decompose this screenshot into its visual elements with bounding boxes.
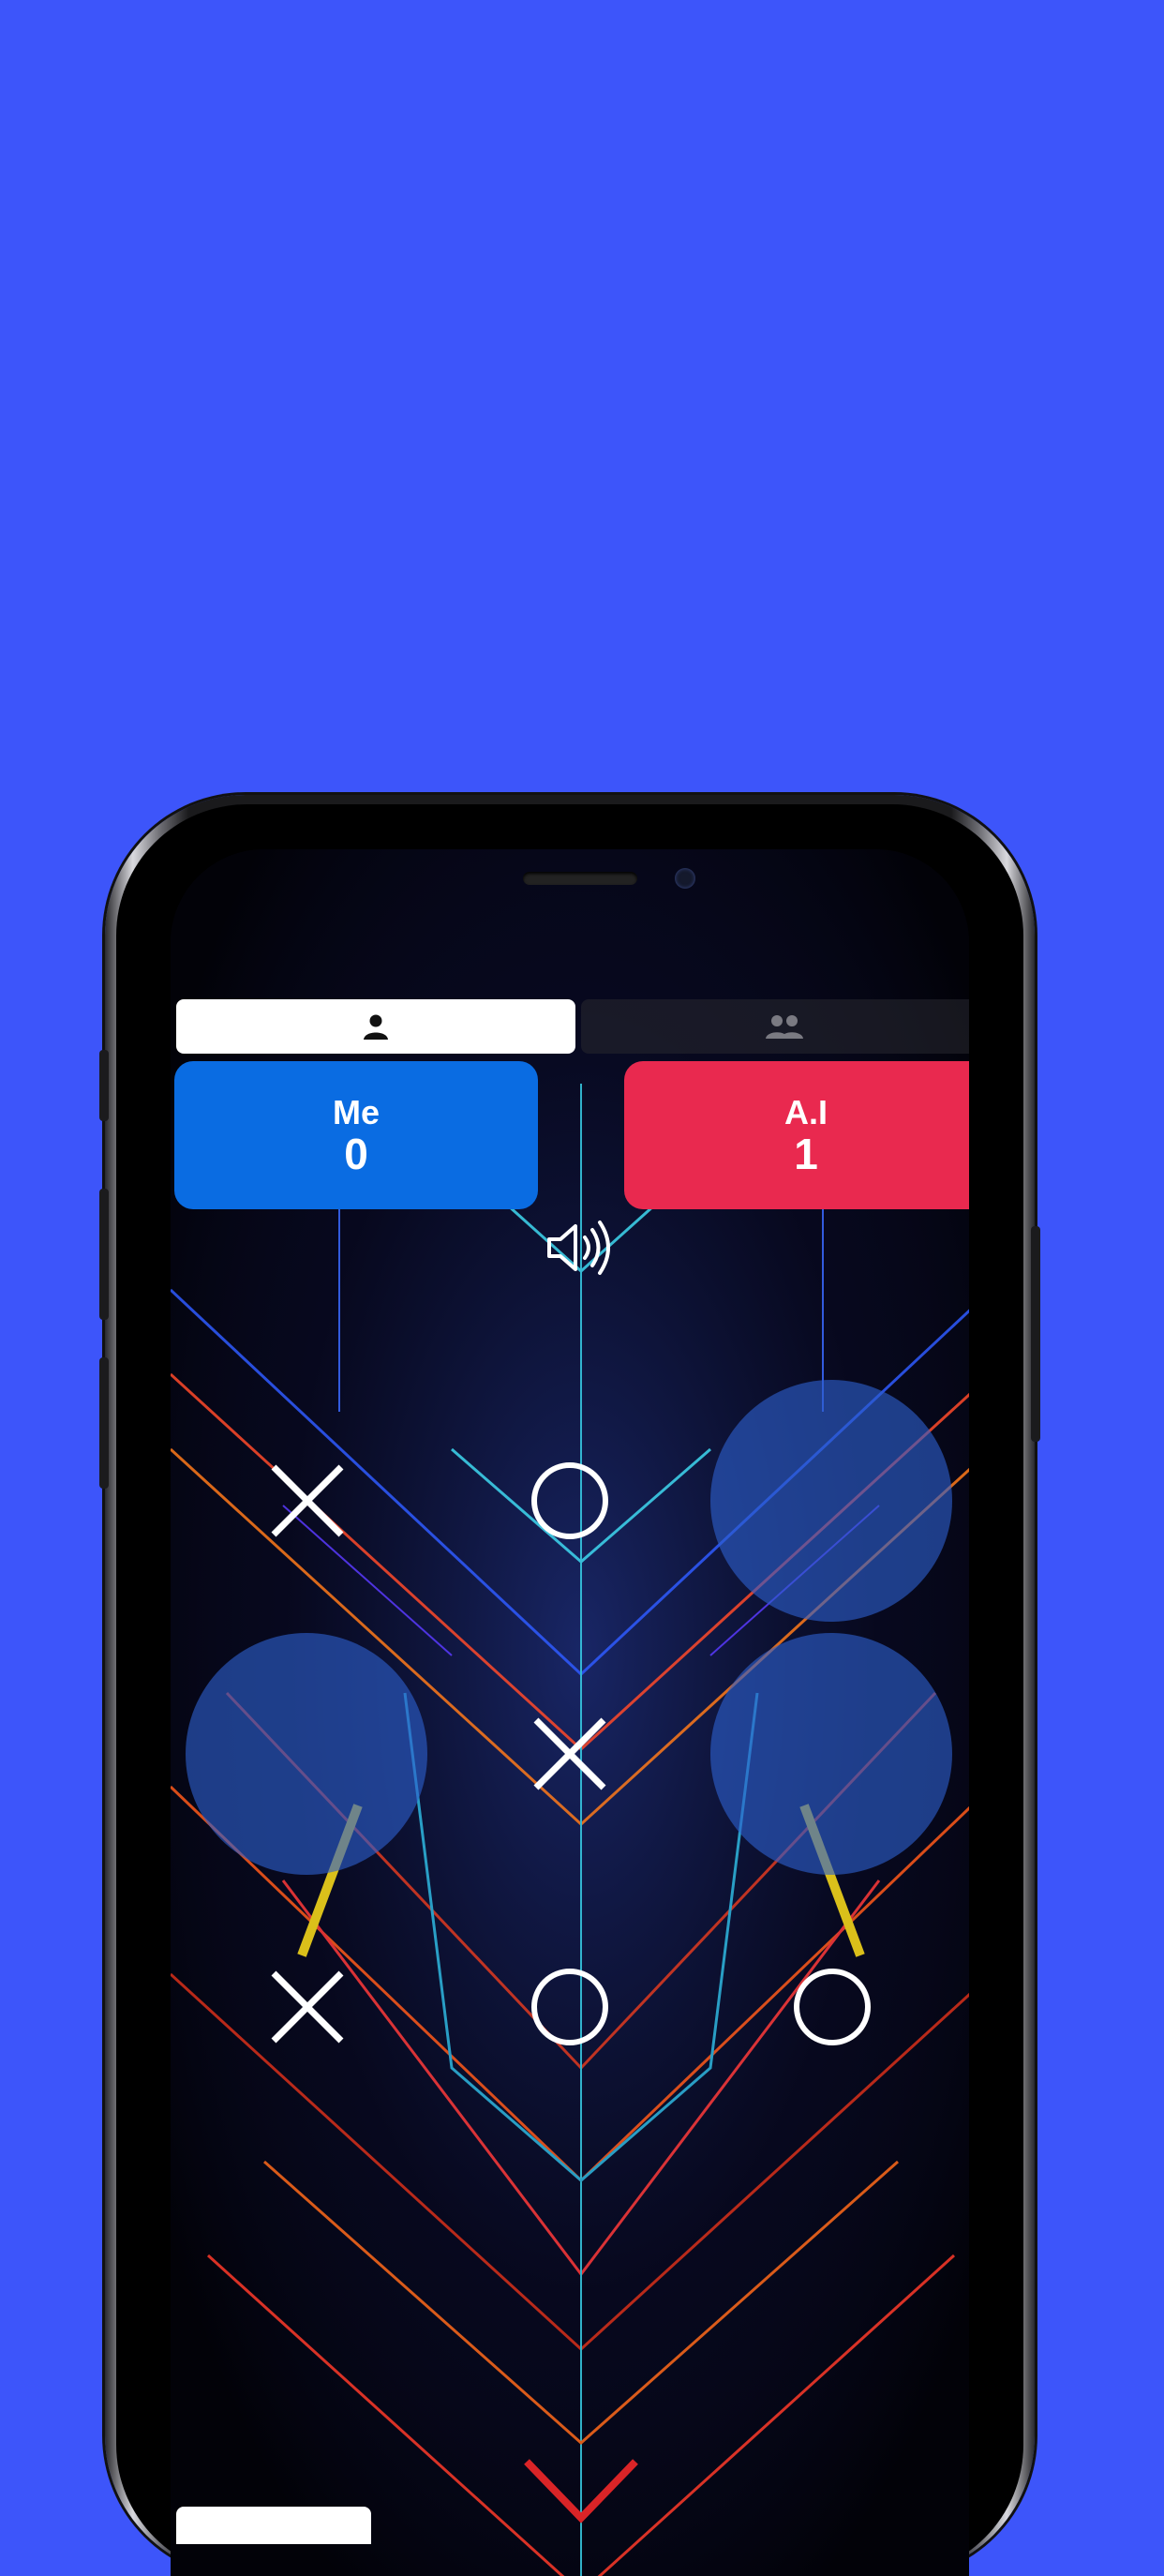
mute-switch [99, 1050, 109, 1121]
board-cell-0-2[interactable] [701, 1374, 963, 1627]
phone-bezel: Me 0 A.I 1 [116, 804, 1023, 2576]
game-mode-selector [176, 999, 969, 1057]
board-cell-0-1[interactable] [439, 1374, 701, 1627]
o-mark-icon [794, 1969, 871, 2045]
power-button [1031, 1226, 1040, 1442]
player-name: Me [332, 1093, 380, 1131]
ai-name: A.I [783, 1093, 828, 1131]
multi-player-icon [766, 1015, 803, 1039]
player-score-card: Me 0 [174, 1061, 538, 1209]
cell-highlight [710, 1380, 952, 1622]
speaker-sound-on-icon[interactable] [544, 1217, 615, 1279]
tab-two-players[interactable] [581, 999, 969, 1054]
ai-score-card: A.I 1 [624, 1061, 969, 1209]
single-player-icon [364, 1014, 388, 1040]
player-score: 0 [344, 1130, 368, 1178]
game-board [176, 1374, 969, 2143]
board-cell-1-1[interactable] [439, 1627, 701, 1880]
board-cell-1-0[interactable] [176, 1627, 439, 1880]
earpiece-speaker [523, 872, 637, 885]
x-mark-icon [271, 1970, 344, 2044]
board-cell-0-0[interactable] [176, 1374, 439, 1627]
board-cell-2-2[interactable] [701, 1880, 963, 2134]
board-cell-2-0[interactable] [176, 1880, 439, 2134]
cell-highlight [710, 1633, 952, 1875]
board-cell-2-1[interactable] [439, 1880, 701, 2134]
app-screen: Me 0 A.I 1 [171, 849, 969, 2576]
x-mark-icon [271, 1464, 344, 1537]
front-camera [675, 868, 695, 889]
board-cell-1-2[interactable] [701, 1627, 963, 1880]
tab-single-player[interactable] [176, 999, 575, 1054]
x-mark-icon [533, 1717, 606, 1790]
o-mark-icon [531, 1969, 608, 2045]
ai-score: 1 [794, 1130, 818, 1178]
volume-up-button [99, 1189, 109, 1320]
phone-frame: Me 0 A.I 1 [99, 795, 1040, 2576]
o-mark-icon [531, 1462, 608, 1539]
volume-down-button [99, 1357, 109, 1489]
bottom-tab-bar[interactable] [176, 2507, 371, 2544]
cell-highlight [186, 1633, 427, 1875]
